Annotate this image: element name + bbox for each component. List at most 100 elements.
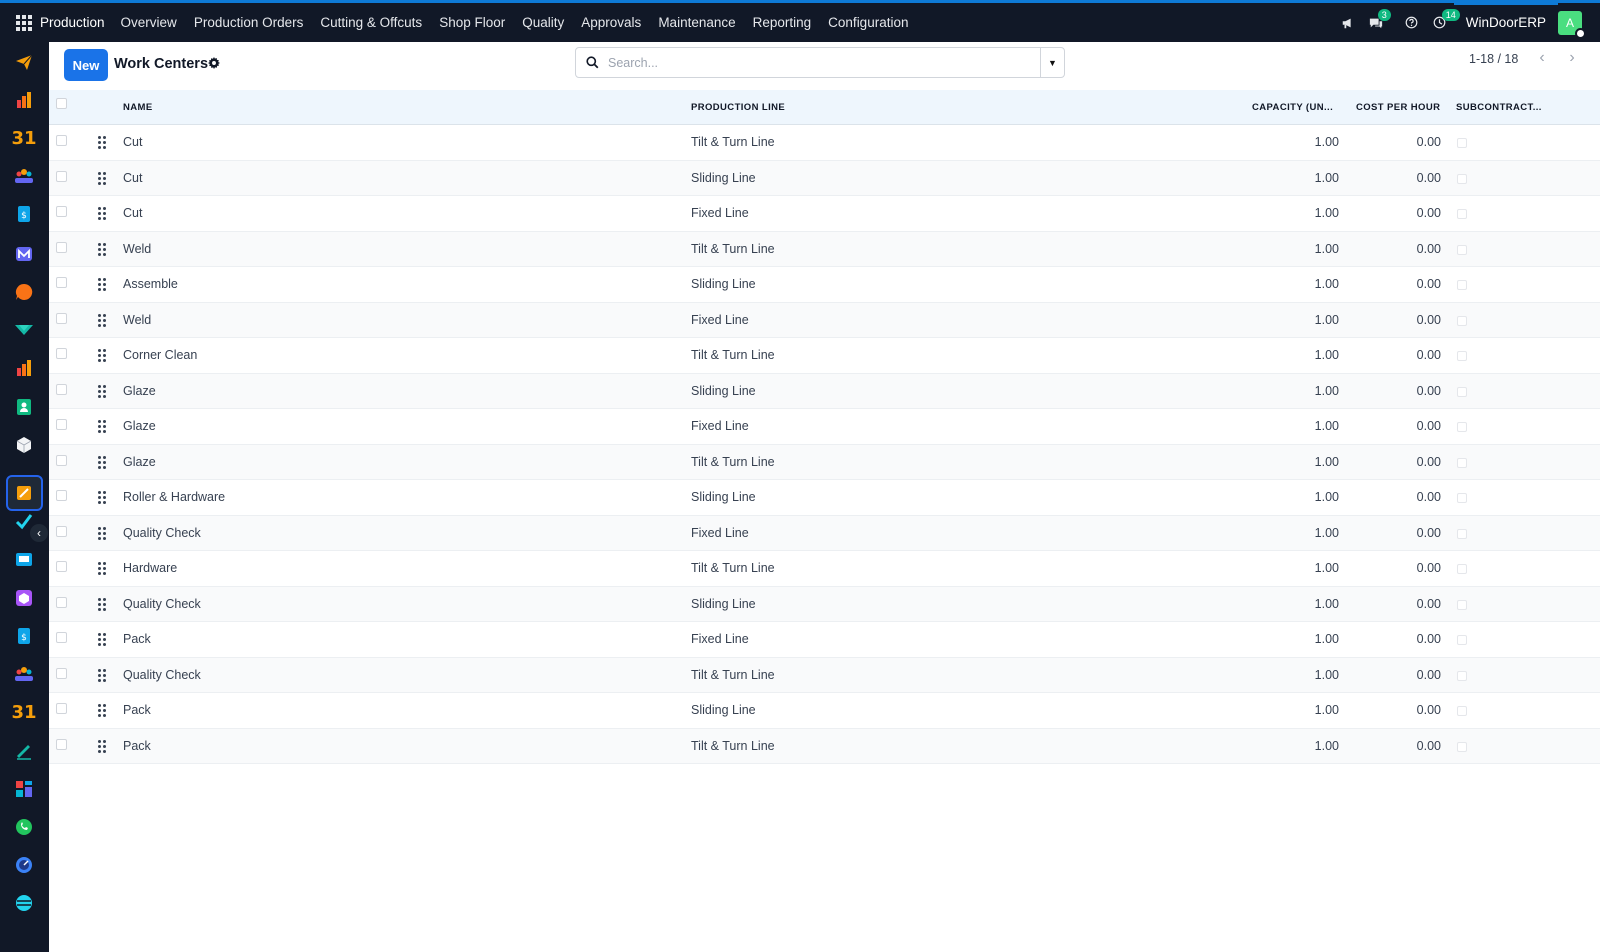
menu-maintenance[interactable]: Maintenance [658,15,735,30]
messages-icon[interactable]: 3 [1362,3,1391,42]
menu-configuration[interactable]: Configuration [828,15,908,30]
drag-handle-icon[interactable] [98,420,106,433]
drag-handle-icon[interactable] [98,136,106,149]
table-row[interactable]: Quality Check Sliding Line 1.00 0.00 [49,586,1600,622]
search-icon[interactable] [576,56,608,69]
table-row[interactable]: Assemble Sliding Line 1.00 0.00 [49,267,1600,303]
table-row[interactable]: Quality Check Tilt & Turn Line 1.00 0.00 [49,657,1600,693]
table-row[interactable]: Cut Tilt & Turn Line 1.00 0.00 [49,125,1600,161]
table-row[interactable]: Quality Check Fixed Line 1.00 0.00 [49,515,1600,551]
drag-handle-icon[interactable] [98,455,106,469]
drag-handle-icon[interactable] [98,704,106,717]
send-icon[interactable] [12,50,36,74]
drag-handle-icon[interactable] [98,633,106,646]
row-checkbox[interactable] [56,561,67,572]
dashboard-icon[interactable] [12,777,36,801]
subcontract-checkbox[interactable] [1457,528,1467,539]
cube-icon[interactable] [12,433,36,457]
mail-m-icon[interactable] [12,242,36,266]
whatsapp-icon[interactable] [12,815,36,839]
chat-bubble-icon[interactable] [12,280,36,304]
table-row[interactable]: Corner Clean Tilt & Turn Line 1.00 0.00 [49,338,1600,374]
subcontract-checkbox[interactable] [1457,599,1467,610]
table-row[interactable]: Glaze Fixed Line 1.00 0.00 [49,409,1600,445]
drag-handle-icon[interactable] [98,668,106,682]
new-button[interactable]: New [64,49,108,81]
subcontract-checkbox[interactable] [1457,244,1467,255]
row-checkbox[interactable] [56,490,67,501]
drag-handle-icon[interactable] [98,739,106,753]
calendar-31-icon[interactable]: 31 [11,700,36,724]
column-subcontract-header[interactable]: SUBCONTRACT... [1456,102,1542,113]
table-row[interactable]: Pack Sliding Line 1.00 0.00 [49,693,1600,729]
row-checkbox[interactable] [56,312,67,324]
row-checkbox[interactable] [56,277,67,288]
table-row[interactable]: Cut Sliding Line 1.00 0.00 [49,160,1600,196]
people-icon[interactable] [12,662,36,686]
table-row[interactable]: Pack Tilt & Turn Line 1.00 0.00 [49,728,1600,764]
people-icon[interactable] [12,164,36,188]
subcontract-checkbox[interactable] [1457,173,1467,184]
subcontract-checkbox[interactable] [1457,670,1467,681]
table-row[interactable]: Weld Tilt & Turn Line 1.00 0.00 [49,231,1600,267]
invoice-icon[interactable]: $ [12,624,36,648]
menu-approvals[interactable]: Approvals [581,15,641,30]
subcontract-checkbox[interactable] [1457,422,1467,432]
calendar-31-icon[interactable]: 31 [11,126,36,150]
row-checkbox[interactable] [56,525,67,537]
search-options-toggle[interactable]: ▼ [1040,48,1064,77]
menu-quality[interactable]: Quality [522,15,564,30]
subcontract-checkbox[interactable] [1457,386,1467,397]
sign-icon[interactable] [12,739,36,763]
subcontract-checkbox[interactable] [1457,209,1467,219]
row-checkbox[interactable] [56,383,67,395]
menu-shop-floor[interactable]: Shop Floor [439,15,505,30]
megaphone-icon[interactable] [1334,3,1362,42]
row-checkbox[interactable] [56,596,67,608]
pager-value[interactable]: 1-18 / 18 [1469,52,1518,66]
user-avatar[interactable]: A [1558,10,1586,39]
marketing-icon[interactable] [12,318,36,342]
table-row[interactable]: Pack Fixed Line 1.00 0.00 [49,622,1600,658]
drag-handle-icon[interactable] [98,278,106,291]
invoice-icon[interactable]: $ [12,202,36,226]
subcontract-checkbox[interactable] [1457,280,1467,290]
menu-overview[interactable]: Overview [121,15,177,30]
select-all-checkbox[interactable] [56,98,67,109]
table-row[interactable]: Cut Fixed Line 1.00 0.00 [49,196,1600,232]
pager-next-icon[interactable]: › [1559,46,1585,70]
column-name-header[interactable]: NAME [123,102,153,113]
chart-icon[interactable] [12,356,36,380]
gear-icon[interactable] [208,57,220,72]
package-icon[interactable] [12,586,36,610]
subcontract-checkbox[interactable] [1457,493,1467,503]
subcontract-checkbox[interactable] [1457,457,1467,468]
bar-chart-icon[interactable] [12,88,36,112]
column-production-line-header[interactable]: PRODUCTION LINE [691,102,785,113]
column-cost-per-hour-header[interactable]: COST PER HOUR [1356,102,1440,113]
drag-handle-icon[interactable] [98,384,106,398]
row-checkbox[interactable] [56,454,67,466]
drag-handle-icon[interactable] [98,207,106,220]
table-row[interactable]: Glaze Sliding Line 1.00 0.00 [49,373,1600,409]
row-checkbox[interactable] [56,135,67,146]
table-row[interactable]: Hardware Tilt & Turn Line 1.00 0.00 [49,551,1600,587]
search-input[interactable] [608,55,1040,70]
drag-handle-icon[interactable] [98,171,106,185]
drag-handle-icon[interactable] [98,349,106,362]
app-name[interactable]: Production [40,15,105,30]
row-checkbox[interactable] [56,170,67,182]
activities-clock-icon[interactable]: 14 [1426,3,1460,42]
subcontract-checkbox[interactable] [1457,315,1467,326]
elearning-icon[interactable] [12,548,36,572]
contacts-icon[interactable] [12,395,36,419]
row-checkbox[interactable] [56,667,67,679]
discuss-icon[interactable] [12,853,36,877]
subcontract-checkbox[interactable] [1457,138,1467,148]
row-checkbox[interactable] [56,241,67,253]
row-checkbox[interactable] [56,348,67,359]
drag-handle-icon[interactable] [98,313,106,327]
menu-production-orders[interactable]: Production Orders [194,15,304,30]
manufacturing-icon[interactable] [12,481,36,505]
menu-reporting[interactable]: Reporting [753,15,812,30]
